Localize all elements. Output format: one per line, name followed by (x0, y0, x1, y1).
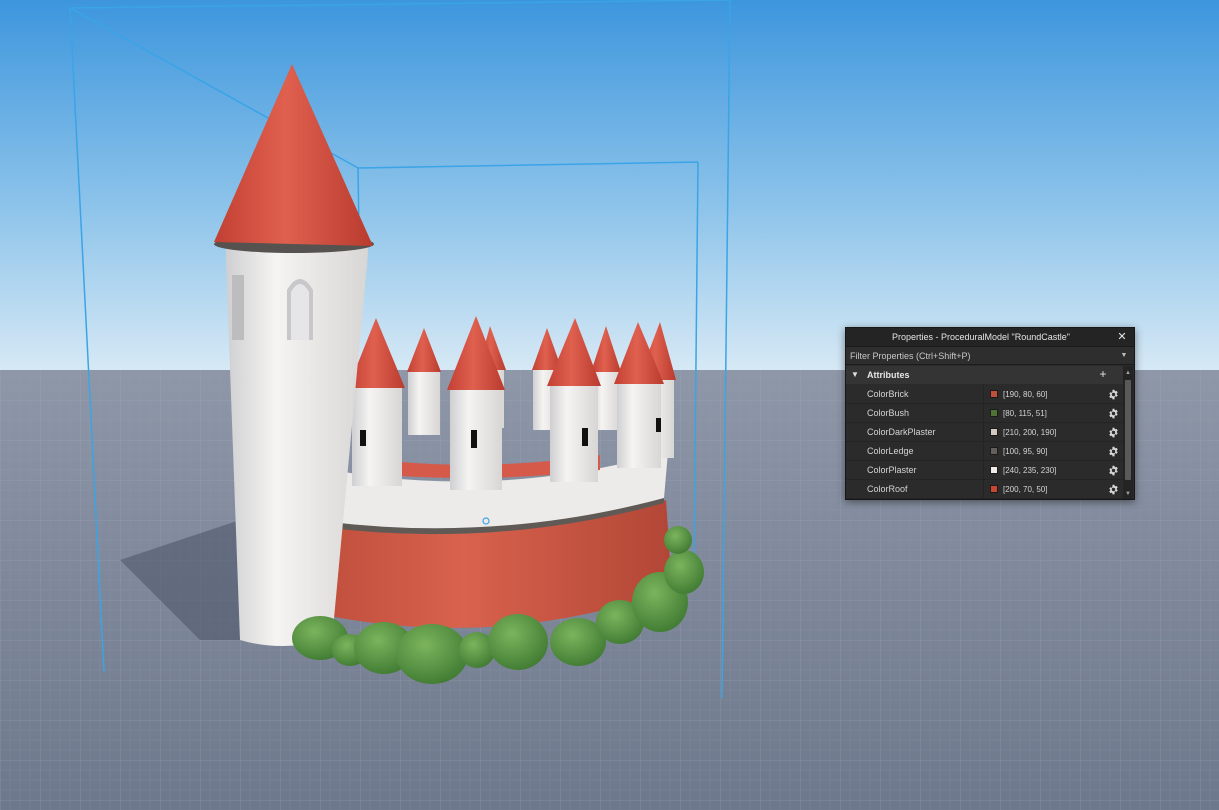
color-swatch[interactable] (990, 466, 998, 474)
column-divider (983, 423, 984, 442)
scroll-up-icon[interactable]: ▲ (1123, 368, 1133, 378)
column-divider (983, 385, 984, 404)
attributes-section-title: Attributes (867, 370, 910, 380)
attribute-value[interactable]: [190, 80, 60] (1003, 385, 1047, 404)
gear-icon[interactable] (1108, 484, 1119, 495)
scroll-down-icon[interactable]: ▼ (1123, 489, 1133, 499)
properties-titlebar[interactable]: Properties - ProceduralModel "RoundCastl… (846, 328, 1134, 347)
attribute-value[interactable]: [100, 95, 90] (1003, 442, 1047, 461)
color-swatch[interactable] (990, 447, 998, 455)
color-swatch[interactable] (990, 485, 998, 493)
color-swatch[interactable] (990, 428, 998, 436)
attribute-value[interactable]: [210, 200, 190] (1003, 423, 1056, 442)
properties-title: Properties - ProceduralModel "RoundCastl… (892, 332, 1070, 342)
gear-icon[interactable] (1108, 408, 1119, 419)
attribute-row[interactable]: ColorDarkPlaster [210, 200, 190] (846, 423, 1124, 442)
scrollbar[interactable]: ▲ ▼ (1123, 366, 1133, 499)
color-swatch[interactable] (990, 409, 998, 417)
attribute-name: ColorLedge (867, 446, 914, 456)
scroll-thumb[interactable] (1125, 380, 1131, 480)
gear-icon[interactable] (1108, 446, 1119, 457)
gear-icon[interactable] (1108, 427, 1119, 438)
attribute-row[interactable]: ColorBush [80, 115, 51] (846, 404, 1124, 423)
attribute-row[interactable]: ColorBrick [190, 80, 60] (846, 385, 1124, 404)
close-icon[interactable]: ✕ (1116, 330, 1128, 344)
attribute-value[interactable]: [240, 235, 230] (1003, 461, 1056, 480)
properties-panel[interactable]: Properties - ProceduralModel "RoundCastl… (845, 327, 1135, 500)
attribute-name: ColorBrick (867, 389, 909, 399)
attribute-row[interactable]: ColorLedge [100, 95, 90] (846, 442, 1124, 461)
chevron-down-icon[interactable]: ▼ (1119, 349, 1129, 362)
column-divider (983, 442, 984, 461)
gear-icon[interactable] (1108, 465, 1119, 476)
column-divider (983, 461, 984, 480)
attribute-name: ColorDarkPlaster (867, 427, 936, 437)
3d-viewport[interactable]: Properties - ProceduralModel "RoundCastl… (0, 0, 1219, 810)
attribute-row[interactable]: ColorPlaster [240, 235, 230] (846, 461, 1124, 480)
attribute-name: ColorPlaster (867, 465, 917, 475)
sky (0, 0, 1219, 372)
expand-triangle-icon[interactable]: ▼ (851, 369, 859, 381)
color-swatch[interactable] (990, 390, 998, 398)
attribute-row[interactable]: ColorRoof [200, 70, 50] (846, 480, 1124, 499)
plus-icon[interactable]: + (1098, 366, 1108, 382)
attribute-name: ColorRoof (867, 484, 908, 494)
column-divider (983, 404, 984, 423)
filter-properties-row: ▼ (846, 347, 1134, 365)
attribute-value[interactable]: [80, 115, 51] (1003, 404, 1047, 423)
column-divider (983, 480, 984, 499)
attribute-name: ColorBush (867, 408, 910, 418)
attributes-list: ColorBrick [190, 80, 60] ColorBush [80, 115… (846, 385, 1124, 499)
attributes-section-header[interactable]: ▼ Attributes + (846, 366, 1124, 384)
attribute-value[interactable]: [200, 70, 50] (1003, 480, 1047, 499)
filter-properties-input[interactable] (850, 348, 1114, 363)
gear-icon[interactable] (1108, 389, 1119, 400)
